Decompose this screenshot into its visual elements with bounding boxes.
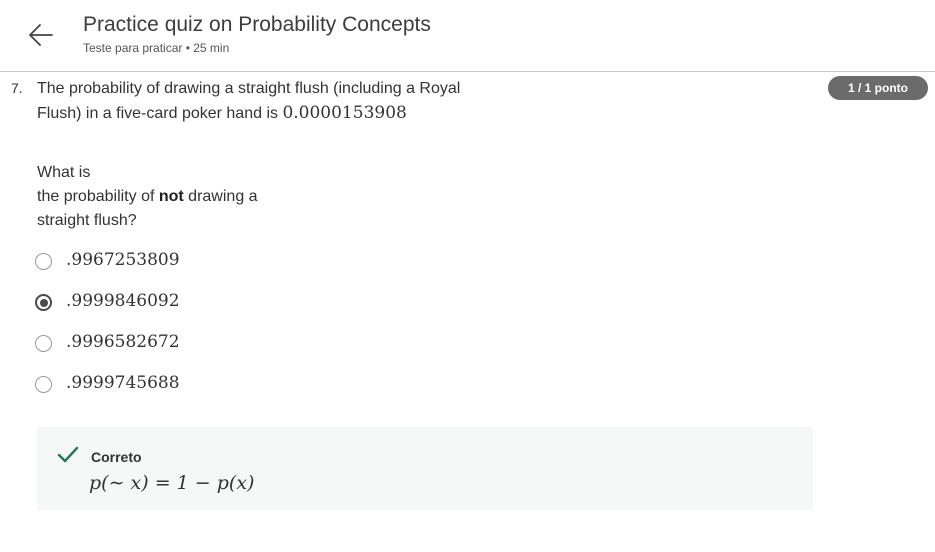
question-number: 7. bbox=[11, 80, 23, 96]
page-header: Practice quiz on Probability Concepts Te… bbox=[0, 0, 935, 72]
radio-button[interactable] bbox=[35, 376, 52, 393]
answer-option-label: .9999846092 bbox=[66, 291, 180, 311]
feedback-formula: p(∼ x) = 1 − p(x) bbox=[89, 472, 255, 494]
quiz-title: Practice quiz on Probability Concepts bbox=[83, 13, 431, 36]
prompt-line-3: straight flush? bbox=[37, 212, 137, 229]
prompt-bold-not: not bbox=[158, 188, 184, 205]
question-text: The probability of drawing a straight fl… bbox=[37, 77, 477, 126]
back-arrow-icon[interactable] bbox=[26, 20, 56, 50]
radio-button[interactable] bbox=[35, 335, 52, 352]
prompt-line-1: What is bbox=[37, 164, 91, 181]
question-prompt: What is the probability of not drawing a… bbox=[37, 161, 297, 233]
prompt-text-b: drawing a bbox=[183, 188, 258, 205]
answer-option-label: .9996582672 bbox=[66, 332, 180, 352]
quiz-subtitle: Teste para praticar • 25 min bbox=[83, 41, 230, 55]
answer-option-label: .9999745688 bbox=[66, 373, 180, 393]
prompt-line-2: the probability of not drawing a bbox=[37, 185, 297, 209]
radio-button-selected[interactable] bbox=[35, 294, 52, 311]
feedback-status: Correto bbox=[91, 449, 142, 465]
check-icon bbox=[57, 446, 79, 463]
prompt-text-a: the probability of bbox=[37, 188, 159, 205]
question-probability-value: 0.0000153908 bbox=[282, 103, 407, 123]
score-badge: 1 / 1 ponto bbox=[828, 76, 928, 100]
answer-option-label: .9967253809 bbox=[66, 250, 180, 270]
feedback-panel: Correto p(∼ x) = 1 − p(x) bbox=[37, 427, 813, 510]
radio-button[interactable] bbox=[35, 253, 52, 270]
